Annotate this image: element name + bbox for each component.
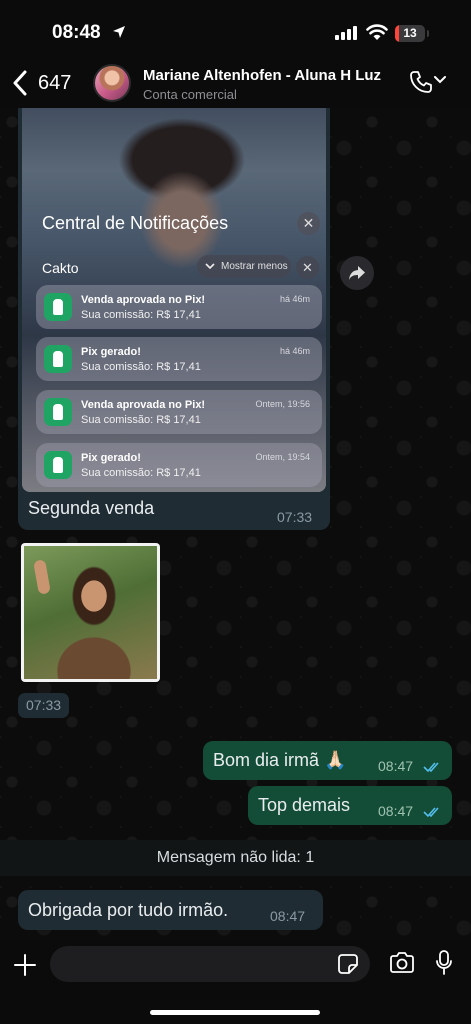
contact-avatar[interactable] xyxy=(93,64,131,102)
home-indicator xyxy=(150,1010,320,1015)
chevron-down-icon[interactable] xyxy=(434,76,446,84)
message-text: Obrigada por tudo irmão. xyxy=(28,900,229,920)
cactus-app-icon xyxy=(44,345,72,373)
status-time: 08:48 xyxy=(52,22,101,43)
read-ticks-icon xyxy=(423,807,439,818)
notification-center-title: Central de Notificações xyxy=(42,213,229,233)
outgoing-message[interactable]: Bom dia irmã 🙏🏻 08:47 xyxy=(203,741,452,780)
notification-subtitle: Sua comissão: R$ 17,41 xyxy=(81,467,201,479)
camera-icon[interactable] xyxy=(389,952,415,974)
notification-title: Pix gerado! xyxy=(81,452,141,464)
notification-title: Venda aprovada no Pix! xyxy=(81,399,206,411)
back-chevron-icon[interactable] xyxy=(12,70,28,96)
notification-item: Pix gerado! Sua comissão: R$ 17,41 Ontem… xyxy=(36,443,322,487)
show-less-pill: Mostrar menos xyxy=(197,255,291,278)
notification-title: Pix gerado! xyxy=(81,346,141,358)
battery-indicator: 13 xyxy=(395,25,425,42)
message-time: 07:33 xyxy=(277,509,313,525)
plus-icon[interactable] xyxy=(13,953,37,977)
cellular-signal-icon xyxy=(335,26,357,40)
photo-time: 07:33 xyxy=(18,693,70,718)
notification-time: há 46m xyxy=(279,294,310,304)
message-text: Bom dia irmã 🙏🏻 xyxy=(213,750,347,770)
notification-item: Pix gerado! Sua comissão: R$ 17,41 há 46… xyxy=(36,337,322,381)
photo-message[interactable] xyxy=(21,543,160,682)
notification-subtitle: Sua comissão: R$ 17,41 xyxy=(81,309,201,321)
show-less-label: Mostrar menos xyxy=(221,261,288,272)
microphone-icon[interactable] xyxy=(435,950,453,976)
message-text: Top demais xyxy=(258,795,351,815)
message-time: 08:47 xyxy=(378,803,414,819)
message-composer xyxy=(0,940,471,1024)
unread-chats-count[interactable]: 647 xyxy=(38,72,71,95)
image-message-bubble[interactable]: Central de Notificações ✕ Cakto Mostrar … xyxy=(18,100,330,530)
message-time: 08:47 xyxy=(270,908,306,924)
notification-app-name: Cakto xyxy=(42,260,79,276)
notification-subtitle: Sua comissão: R$ 17,41 xyxy=(81,361,201,373)
photo-thumbnail[interactable] xyxy=(24,546,157,679)
cactus-app-icon xyxy=(44,398,72,426)
outgoing-message[interactable]: Top demais 08:47 xyxy=(248,786,452,825)
unread-messages-banner: Mensagem não lida: 1 xyxy=(0,840,471,876)
sticker-icon[interactable] xyxy=(337,953,359,975)
cactus-app-icon xyxy=(44,451,72,479)
notification-time: Ontem, 19:54 xyxy=(255,452,310,462)
read-ticks-icon xyxy=(423,762,439,773)
notification-time: há 46m xyxy=(279,346,310,356)
battery-percent: 13 xyxy=(403,26,417,40)
contact-subtitle: Conta comercial xyxy=(143,87,237,102)
wifi-icon xyxy=(366,24,388,40)
forward-arrow-icon xyxy=(349,266,365,280)
notification-screenshot-image[interactable]: Central de Notificações ✕ Cakto Mostrar … xyxy=(22,100,326,492)
chevron-down-icon xyxy=(205,263,215,270)
notification-title: Venda aprovada no Pix! xyxy=(81,294,206,306)
cactus-app-icon xyxy=(44,293,72,321)
location-arrow-icon xyxy=(113,26,125,38)
incoming-message[interactable]: Obrigada por tudo irmão. 08:47 xyxy=(18,890,323,930)
battery-cap xyxy=(427,30,429,37)
close-icon: ✕ xyxy=(296,256,319,279)
unread-banner-text: Mensagem não lida: 1 xyxy=(156,849,315,866)
chat-header: 647 Mariane Altenhofen - Aluna H Luz Con… xyxy=(0,58,471,108)
forward-button[interactable] xyxy=(340,256,374,290)
image-caption: Segunda venda xyxy=(28,498,155,518)
raised-hand-shape xyxy=(33,559,51,595)
notification-item: Venda aprovada no Pix! Sua comissão: R$ … xyxy=(36,390,322,434)
notification-subtitle: Sua comissão: R$ 17,41 xyxy=(81,414,201,426)
close-icon: ✕ xyxy=(297,212,320,235)
message-time: 08:47 xyxy=(378,758,414,774)
contact-name[interactable]: Mariane Altenhofen - Aluna H Luz xyxy=(143,67,381,84)
status-bar: 08:48 13 xyxy=(0,0,471,58)
notification-item: Venda aprovada no Pix! Sua comissão: R$ … xyxy=(36,285,322,329)
phone-call-icon[interactable] xyxy=(409,70,433,94)
message-input[interactable] xyxy=(50,946,370,982)
notification-time: Ontem, 19:56 xyxy=(255,399,310,409)
